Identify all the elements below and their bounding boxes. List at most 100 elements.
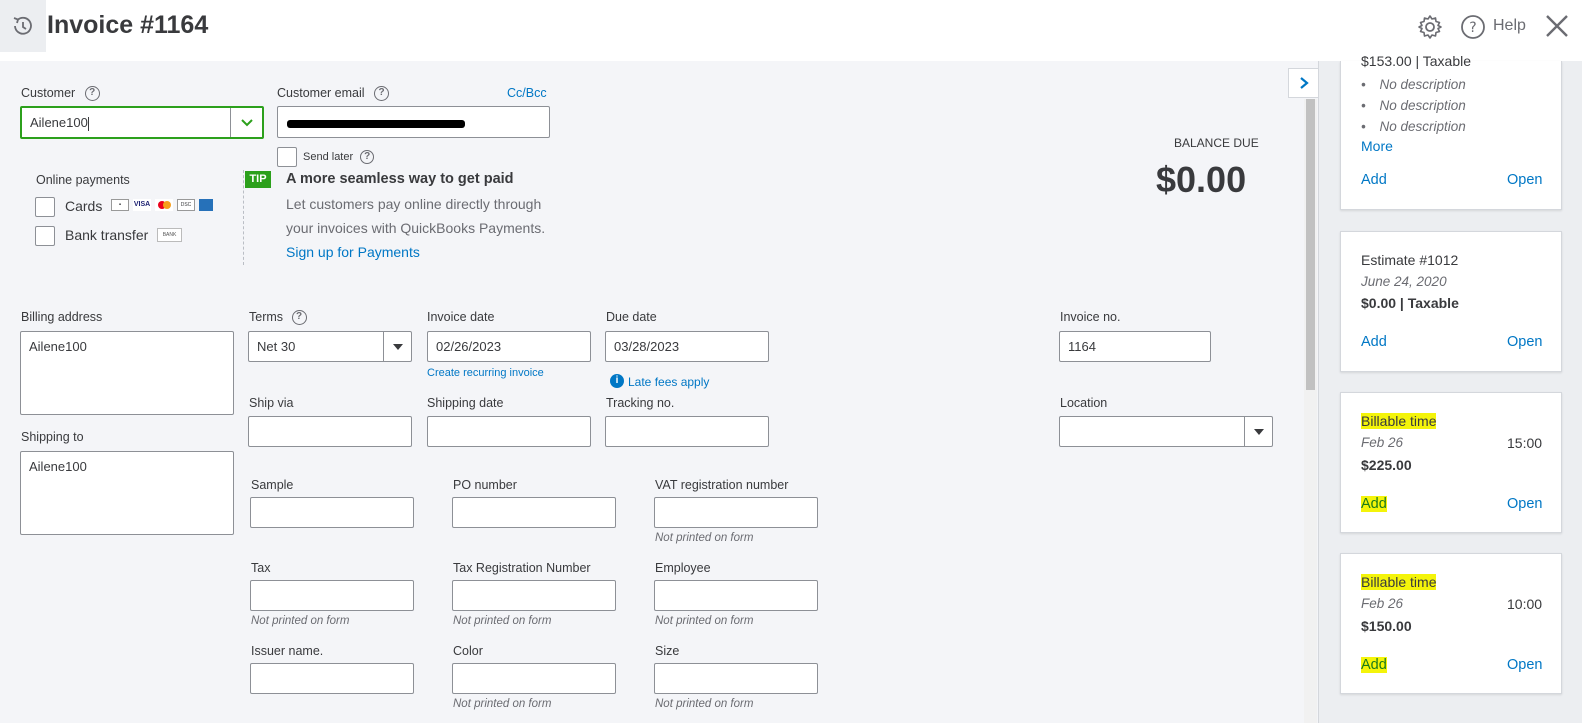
size-label: Size	[655, 644, 680, 658]
send-later-text: Send later	[303, 150, 354, 163]
more-link[interactable]: More	[1361, 138, 1393, 154]
cards-label: Cards	[65, 198, 103, 214]
sample-field[interactable]	[250, 497, 414, 528]
create-recurring-link[interactable]: Create recurring invoice	[427, 367, 544, 379]
tip-line1: Let customers pay online directly throug…	[286, 196, 542, 212]
question-icon[interactable]: ?	[360, 150, 375, 164]
main-scrollbar-thumb[interactable]	[1306, 99, 1315, 390]
close-icon[interactable]	[1543, 12, 1571, 40]
card-date: Feb 26	[1361, 435, 1404, 450]
shipping-to-label: Shipping to	[21, 430, 84, 444]
history-icon	[13, 16, 32, 35]
due-date-label: Due date	[606, 310, 657, 324]
customer-value: Ailene100	[30, 115, 88, 130]
email-field[interactable]	[277, 106, 550, 138]
open-button[interactable]: Open	[1507, 657, 1542, 673]
card-item: • No description	[1361, 98, 1466, 113]
terms-dropdown-toggle[interactable]	[383, 332, 411, 361]
tax-field[interactable]	[250, 580, 414, 611]
online-payments-label: Online payments	[36, 173, 130, 187]
customer-select[interactable]: Ailene100	[20, 106, 264, 139]
card-time: 10:00	[1507, 596, 1543, 612]
card-item-text: No description	[1379, 119, 1466, 134]
card-item-text: No description	[1379, 77, 1466, 92]
question-icon[interactable]: ?	[374, 86, 390, 102]
sign-up-payments-link[interactable]: Sign up for Payments	[286, 244, 420, 260]
card-title: Billable time	[1361, 413, 1437, 429]
shipping-to-field[interactable]: Ailene100	[20, 451, 234, 535]
question-icon[interactable]: ?	[291, 310, 307, 326]
tip-line2: your invoices with QuickBooks Payments.	[286, 220, 546, 236]
tax-reg-field[interactable]	[452, 580, 616, 611]
recent-transactions-button[interactable]	[0, 0, 46, 52]
caret-down-icon	[1253, 428, 1264, 435]
invoice-date-field[interactable]: 02/26/2023	[427, 331, 591, 362]
svg-text:?: ?	[1469, 20, 1476, 36]
issuer-field[interactable]	[250, 663, 414, 694]
open-button[interactable]: Open	[1507, 496, 1542, 512]
cards-checkbox[interactable]	[35, 197, 55, 217]
billing-address-field[interactable]: Ailene100	[20, 331, 234, 415]
size-note: Not printed on form	[655, 698, 754, 710]
tip-headline: A more seamless way to get paid	[286, 171, 514, 187]
billing-address-label: Billing address	[21, 310, 103, 324]
email-label-text: Customer email	[277, 86, 365, 100]
card-item: • No description	[1361, 77, 1466, 92]
location-dropdown-toggle[interactable]	[1244, 417, 1272, 446]
card-title: Billable time	[1361, 574, 1437, 590]
color-field[interactable]	[452, 663, 616, 694]
terms-select[interactable]: Net 30	[248, 331, 412, 362]
bank-icon: BANK	[157, 228, 182, 242]
add-button[interactable]: Add	[1361, 334, 1387, 350]
chevron-right-icon	[1299, 77, 1309, 89]
bank-transfer-checkbox[interactable]	[35, 226, 55, 246]
help-link[interactable]: Help	[1493, 17, 1526, 35]
ship-via-label: Ship via	[249, 396, 294, 410]
card-taxable: Taxable	[1407, 295, 1459, 311]
invoice-no-label: Invoice no.	[1060, 310, 1121, 324]
late-fees-link[interactable]: Late fees apply	[628, 375, 709, 389]
send-later-checkbox[interactable]	[277, 147, 297, 167]
redacted-email	[287, 120, 465, 128]
invoice-header: Invoice #1164 ? Help	[0, 0, 1582, 61]
ship-via-field[interactable]	[248, 416, 412, 447]
open-button[interactable]: Open	[1507, 172, 1542, 188]
collapse-panel-button[interactable]	[1288, 68, 1318, 98]
open-button[interactable]: Open	[1507, 334, 1542, 350]
billable-time-card: Billable time Feb 26 15:00 $225.00 Add O…	[1340, 392, 1562, 533]
balance-due-amount: $0.00	[1156, 159, 1247, 200]
add-button[interactable]: Add	[1361, 496, 1387, 512]
caret-down-icon	[392, 343, 403, 350]
vat-note: Not printed on form	[655, 532, 754, 544]
help-icon[interactable]: ?	[1460, 14, 1486, 40]
estimate-card: Estimate #1012 June 24, 2020 $0.00 | Tax…	[1340, 231, 1562, 372]
gear-icon[interactable]	[1417, 14, 1443, 40]
card-time: 15:00	[1507, 435, 1543, 451]
question-icon[interactable]: ?	[84, 86, 100, 102]
terms-label-text: Terms	[249, 310, 284, 324]
cc-bcc-link[interactable]: Cc/Bcc	[507, 86, 547, 100]
tracking-no-field[interactable]	[605, 416, 769, 447]
sample-label: Sample	[251, 478, 294, 492]
vat-field[interactable]	[654, 497, 818, 528]
text-cursor	[87, 116, 89, 131]
tracking-no-label: Tracking no.	[606, 396, 675, 410]
billable-time-card: Billable time Feb 26 10:00 $150.00 Add O…	[1340, 553, 1562, 694]
size-field[interactable]	[654, 663, 818, 694]
card-amount: $150.00	[1361, 618, 1412, 634]
due-date-field[interactable]: 03/28/2023	[605, 331, 769, 362]
shipping-date-field[interactable]	[427, 416, 591, 447]
transaction-card: $153.00 | Taxable • No description • No …	[1340, 53, 1562, 210]
location-select[interactable]	[1059, 416, 1273, 447]
terms-value: Net 30	[257, 339, 296, 354]
employee-field[interactable]	[654, 580, 818, 611]
tip-badge: TIP	[245, 171, 271, 188]
issuer-label: Issuer name.	[251, 644, 324, 658]
add-button[interactable]: Add	[1361, 657, 1387, 673]
invoice-no-field[interactable]: 1164	[1059, 331, 1211, 362]
balance-due-label: BALANCE DUE	[1174, 136, 1259, 150]
customer-dropdown-toggle[interactable]	[230, 108, 262, 137]
add-button[interactable]: Add	[1361, 172, 1387, 188]
mastercard-icon	[155, 199, 173, 211]
po-number-field[interactable]	[452, 497, 616, 528]
